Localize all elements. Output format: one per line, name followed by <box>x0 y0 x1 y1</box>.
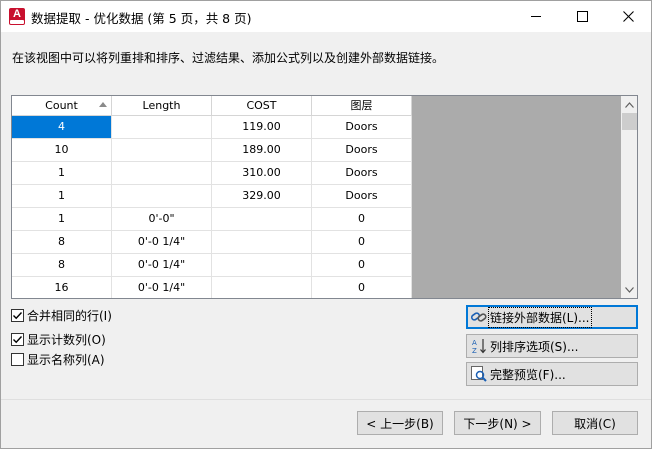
cell-length[interactable] <box>112 185 212 208</box>
cell-cost[interactable] <box>212 254 312 277</box>
app-icon-letter: A <box>13 8 21 20</box>
column-header-cost[interactable]: COST <box>212 96 312 116</box>
next-button[interactable]: 下一步(N) > <box>454 411 541 435</box>
checkmark-icon <box>13 335 23 343</box>
cell-layer[interactable]: Doors <box>312 139 412 162</box>
checkbox-label: 显示计数列(O) <box>27 332 106 347</box>
cell-layer[interactable]: 0 <box>312 254 412 277</box>
button-label: < 上一步(B) <box>366 416 434 431</box>
close-button[interactable] <box>605 1 651 32</box>
maximize-button[interactable] <box>559 1 605 32</box>
cell-layer[interactable]: Doors <box>312 162 412 185</box>
checkbox-box[interactable] <box>11 308 24 322</box>
cell-layer[interactable]: 0 <box>312 231 412 254</box>
column-sort-options-button[interactable]: A Z 列排序选项(S)... <box>466 334 638 358</box>
button-label: 链接外部数据(L)... <box>488 306 592 328</box>
sort-ascending-icon <box>99 102 107 107</box>
button-label: 列排序选项(S)... <box>490 339 579 354</box>
cell-count[interactable]: 1 <box>12 185 112 208</box>
checkmark-icon <box>13 311 23 319</box>
svg-text:A: A <box>472 339 477 347</box>
checkbox-label: 显示名称列(A) <box>27 352 105 367</box>
cell-count[interactable]: 4 <box>12 116 112 139</box>
column-header-length[interactable]: Length <box>112 96 212 116</box>
show-name-column-checkbox[interactable]: 显示名称列(A) <box>11 351 105 367</box>
cell-length[interactable] <box>112 139 212 162</box>
full-preview-button[interactable]: 完整预览(F)... <box>466 362 638 386</box>
svg-text:Z: Z <box>472 347 477 355</box>
sort-az-icon: A Z <box>472 339 486 355</box>
scroll-thumb[interactable] <box>622 113 637 130</box>
cell-length[interactable]: 0'-0" <box>112 208 212 231</box>
column-header-count[interactable]: Count <box>12 96 112 116</box>
minimize-icon <box>530 16 541 17</box>
grid-empty-area <box>412 96 621 298</box>
title-bar[interactable]: A 数据提取 - 优化数据 (第 5 页，共 8 页) <box>1 1 651 32</box>
cell-layer[interactable]: 0 <box>312 277 412 298</box>
cell-count[interactable]: 1 <box>12 208 112 231</box>
close-icon <box>622 11 634 22</box>
cell-count[interactable]: 1 <box>12 162 112 185</box>
cell-count[interactable]: 8 <box>12 254 112 277</box>
link-external-data-button[interactable]: 链接外部数据(L)... <box>466 305 638 329</box>
minimize-button[interactable] <box>513 1 559 32</box>
cell-count[interactable]: 8 <box>12 231 112 254</box>
chain-link-icon <box>470 312 487 322</box>
cell-count[interactable]: 10 <box>12 139 112 162</box>
chevron-up-icon <box>625 101 634 108</box>
vertical-scrollbar[interactable] <box>621 96 637 298</box>
column-header-layer[interactable]: 图层 <box>312 96 412 116</box>
scroll-up-button[interactable] <box>621 96 637 113</box>
back-button[interactable]: < 上一步(B) <box>357 411 443 435</box>
cell-length[interactable]: 0'-0 1/4" <box>112 277 212 298</box>
scroll-down-button[interactable] <box>621 281 637 298</box>
checkbox-box[interactable] <box>11 352 24 366</box>
cancel-button[interactable]: 取消(C) <box>552 411 638 435</box>
show-count-column-checkbox[interactable]: 显示计数列(O) <box>11 331 106 347</box>
cell-cost[interactable]: 119.00 <box>212 116 312 139</box>
cell-layer[interactable]: Doors <box>312 116 412 139</box>
cell-layer[interactable]: Doors <box>312 185 412 208</box>
checkbox-box[interactable] <box>11 332 24 346</box>
magnifier-icon <box>471 366 487 382</box>
button-label: 下一步(N) > <box>463 416 532 431</box>
checkbox-label: 合并相同的行(I) <box>27 308 112 323</box>
data-extraction-dialog: A 数据提取 - 优化数据 (第 5 页，共 8 页) 在该视图中可以将列重排和… <box>0 0 652 449</box>
cell-cost[interactable]: 189.00 <box>212 139 312 162</box>
cell-count[interactable]: 16 <box>12 277 112 298</box>
cell-layer[interactable]: 0 <box>312 208 412 231</box>
maximize-icon <box>576 11 588 22</box>
cell-cost[interactable] <box>212 231 312 254</box>
button-label: 取消(C) <box>574 416 616 431</box>
cell-cost[interactable]: 310.00 <box>212 162 312 185</box>
chevron-down-icon <box>625 286 634 293</box>
button-label: 完整预览(F)... <box>490 367 566 382</box>
cell-cost[interactable] <box>212 208 312 231</box>
cell-length[interactable] <box>112 162 212 185</box>
combine-identical-rows-checkbox[interactable]: 合并相同的行(I) <box>11 307 112 323</box>
cell-length[interactable]: 0'-0 1/4" <box>112 254 212 277</box>
cell-cost[interactable] <box>212 277 312 298</box>
cell-length[interactable]: 0'-0 1/4" <box>112 231 212 254</box>
cell-length[interactable] <box>112 116 212 139</box>
data-grid[interactable]: Count Length COST 图层 4 119.00 Doors 10 1… <box>11 95 638 299</box>
autocad-app-icon: A <box>9 8 25 25</box>
cell-cost[interactable]: 329.00 <box>212 185 312 208</box>
window-title: 数据提取 - 优化数据 (第 5 页，共 8 页) <box>31 11 252 26</box>
description-text: 在该视图中可以将列重排和排序、过滤结果、添加公式列以及创建外部数据链接。 <box>12 51 445 65</box>
